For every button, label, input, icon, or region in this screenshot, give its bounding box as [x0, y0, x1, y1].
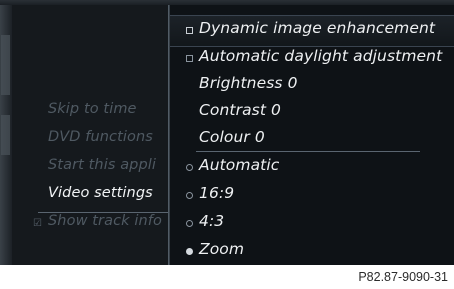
menu-item-skip-to-time[interactable]: Skip to time: [48, 101, 137, 117]
video-settings-menu: Dynamic image enhancement Automatic dayl…: [170, 5, 454, 265]
option-automatic-daylight-adjustment[interactable]: Automatic daylight adjustment: [199, 47, 442, 65]
menu-item-dvd-functions[interactable]: DVD functions: [48, 129, 153, 145]
menu-item-video-settings[interactable]: Video settings: [48, 185, 153, 201]
option-4-3[interactable]: 4:3: [199, 212, 224, 230]
option-16-9[interactable]: 16:9: [199, 184, 234, 202]
checkmark-icon: ☑: [33, 218, 42, 229]
radio-selected-icon: [186, 248, 193, 255]
radio-icon: [186, 192, 193, 199]
option-zoom[interactable]: Zoom: [199, 240, 244, 258]
checkbox-icon: [186, 55, 193, 62]
display-screen: Skip to time DVD functions Start this ap…: [0, 0, 454, 265]
menu-item-show-track-info[interactable]: Show track info: [48, 213, 162, 229]
option-dynamic-image-enhancement[interactable]: Dynamic image enhancement: [199, 19, 435, 37]
checkbox-icon: [186, 27, 193, 34]
radio-icon: [186, 220, 193, 227]
radio-icon: [186, 164, 193, 171]
menu-item-start-this-application[interactable]: Start this appli: [48, 157, 156, 173]
figure-caption: P82.87-9090-31: [358, 270, 448, 284]
option-automatic[interactable]: Automatic: [199, 156, 279, 174]
main-menu: Skip to time DVD functions Start this ap…: [12, 5, 180, 265]
option-contrast[interactable]: Contrast 0: [199, 101, 281, 119]
scroll-edge: [0, 5, 12, 265]
option-brightness[interactable]: Brightness 0: [199, 74, 298, 92]
group-separator: [196, 151, 420, 152]
option-colour[interactable]: Colour 0: [199, 128, 265, 146]
